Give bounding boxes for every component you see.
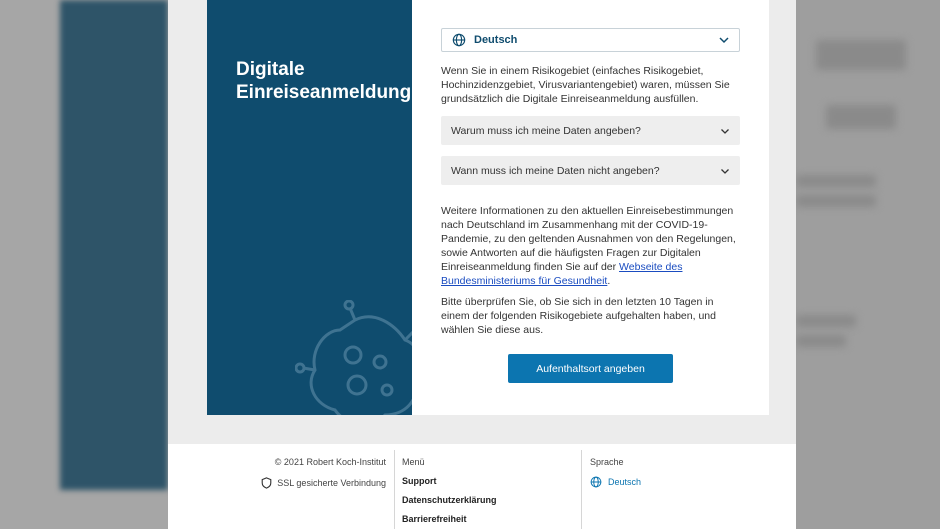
footer: © 2021 Robert Koch-Institut SSL gesicher…: [168, 444, 796, 529]
background-blurred-panel: [60, 0, 168, 490]
chevron-down-icon: [721, 128, 729, 134]
blurred-block: [816, 40, 906, 70]
specify-location-button[interactable]: Aufenthaltsort angeben: [508, 354, 673, 383]
brand-panel: Digitale Einreiseanmeldung: [207, 0, 412, 415]
ssl-indicator: SSL gesicherte Verbindung: [261, 477, 386, 489]
language-select-value: Deutsch: [474, 34, 518, 46]
background-right: [796, 0, 940, 529]
globe-icon: [590, 476, 602, 488]
ssl-text: SSL gesicherte Verbindung: [277, 478, 386, 488]
page-title: Digitale Einreiseanmeldung: [236, 58, 411, 104]
footer-divider: [394, 450, 395, 529]
accordion-why[interactable]: Warum muss ich meine Daten angeben?: [441, 116, 740, 145]
copyright-text: © 2021 Robert Koch-Institut: [274, 457, 386, 467]
intro-text: Wenn Sie in einem Risikogebiet (einfache…: [441, 65, 730, 105]
blurred-block: [796, 335, 846, 347]
content-column: Deutsch Wenn Sie in einem Risikogebiet (…: [441, 28, 740, 383]
virus-icon: [295, 300, 412, 415]
chevron-down-icon: [721, 168, 729, 174]
blurred-block: [826, 105, 896, 129]
globe-icon: [452, 33, 466, 47]
footer-language-value: Deutsch: [608, 477, 642, 487]
background-left: [0, 0, 168, 529]
language-select[interactable]: Deutsch: [441, 28, 740, 52]
footer-menu: Menü Support Datenschutzerklärung Barrie…: [402, 457, 497, 529]
info-text-suffix: .: [607, 275, 611, 287]
footer-divider: [581, 450, 582, 529]
info-text: Weitere Informationen zu den aktuellen E…: [441, 204, 740, 288]
footer-menu-heading: Menü: [402, 457, 425, 467]
chevron-down-icon: [719, 37, 729, 44]
footer-legal: © 2021 Robert Koch-Institut SSL gesicher…: [261, 457, 386, 489]
accordion-label: Wann muss ich meine Daten nicht angeben?: [451, 164, 660, 177]
check-text: Bitte überprüfen Sie, ob Sie sich in den…: [441, 296, 716, 336]
accordion-label: Warum muss ich meine Daten angeben?: [451, 124, 641, 137]
blurred-block: [796, 315, 856, 327]
footer-link-privacy[interactable]: Datenschutzerklärung: [402, 495, 497, 505]
page-column: Digitale Einreiseanmeldung Deutsch Wenn …: [168, 0, 796, 529]
accordion-when-not[interactable]: Wann muss ich meine Daten nicht angeben?: [441, 156, 740, 185]
title-line-2: Einreiseanmeldung: [236, 82, 412, 103]
footer-language-switch[interactable]: Deutsch: [590, 476, 641, 488]
blurred-block: [796, 175, 876, 187]
main-card: Digitale Einreiseanmeldung Deutsch Wenn …: [207, 0, 769, 415]
title-line-1: Digitale: [236, 59, 305, 80]
footer-link-accessibility[interactable]: Barrierefreiheit: [402, 514, 497, 524]
info-text-body: Weitere Informationen zu den aktuellen E…: [441, 205, 736, 273]
footer-language-heading: Sprache: [590, 457, 624, 467]
blurred-block: [796, 195, 876, 207]
footer-link-support[interactable]: Support: [402, 476, 497, 486]
shield-icon: [261, 477, 272, 489]
footer-language: Sprache Deutsch: [590, 457, 641, 488]
